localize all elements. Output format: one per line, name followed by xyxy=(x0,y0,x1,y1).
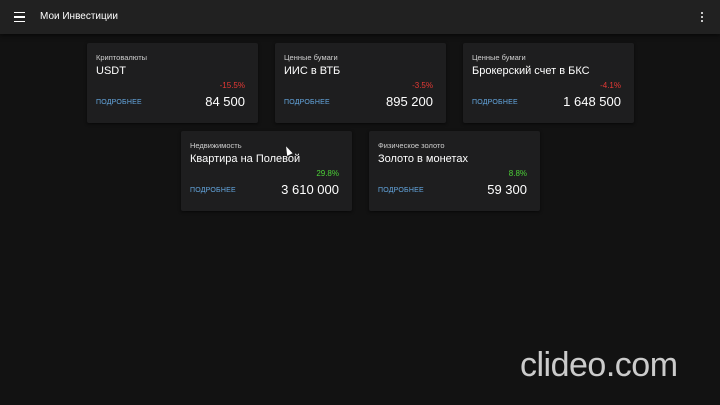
details-button[interactable]: ПОДРОБНЕЕ xyxy=(472,99,518,106)
card-title: Золото в монетах xyxy=(378,153,468,165)
card-category: Ценные бумаги xyxy=(284,53,338,62)
app-bar: Мои Инвестиции xyxy=(0,0,720,34)
investment-card-usdt[interactable]: Криптовалюты USDT -15.5% ПОДРОБНЕЕ 84 50… xyxy=(87,43,258,123)
card-category: Ценные бумаги xyxy=(472,53,526,62)
watermark: clideo.com xyxy=(520,346,678,384)
details-button[interactable]: ПОДРОБНЕЕ xyxy=(96,99,142,106)
card-change: 8.8% xyxy=(508,169,527,178)
card-title: Квартира на Полевой xyxy=(190,153,301,165)
card-change: -15.5% xyxy=(219,81,245,90)
details-button[interactable]: ПОДРОБНЕЕ xyxy=(378,187,424,194)
investment-card-apartment[interactable]: Недвижимость Квартира на Полевой 29.8% П… xyxy=(181,131,352,211)
card-value: 84 500 xyxy=(205,94,245,109)
card-value: 895 200 xyxy=(386,94,433,109)
more-vert-icon[interactable] xyxy=(698,9,706,25)
details-button[interactable]: ПОДРОБНЕЕ xyxy=(190,187,236,194)
card-value: 59 300 xyxy=(487,182,527,197)
details-button[interactable]: ПОДРОБНЕЕ xyxy=(284,99,330,106)
card-title: USDT xyxy=(96,65,126,77)
investment-card-gold[interactable]: Физическое золото Золото в монетах 8.8% … xyxy=(369,131,540,211)
card-value: 1 648 500 xyxy=(563,94,621,109)
card-title: ИИС в ВТБ xyxy=(284,65,341,77)
card-category: Криптовалюты xyxy=(96,53,148,62)
investment-card-iis-vtb[interactable]: Ценные бумаги ИИС в ВТБ -3.5% ПОДРОБНЕЕ … xyxy=(275,43,446,123)
app-title: Мои Инвестиции xyxy=(40,11,118,22)
card-value: 3 610 000 xyxy=(281,182,339,197)
card-category: Недвижимость xyxy=(190,141,242,150)
card-change: -4.1% xyxy=(600,81,621,90)
card-change: -3.5% xyxy=(412,81,433,90)
card-title: Брокерский счет в БКС xyxy=(472,65,590,77)
card-change: 29.8% xyxy=(316,169,339,178)
hamburger-menu-icon[interactable] xyxy=(8,6,30,28)
investment-card-bks[interactable]: Ценные бумаги Брокерский счет в БКС -4.1… xyxy=(463,43,634,123)
card-category: Физическое золото xyxy=(378,141,445,150)
